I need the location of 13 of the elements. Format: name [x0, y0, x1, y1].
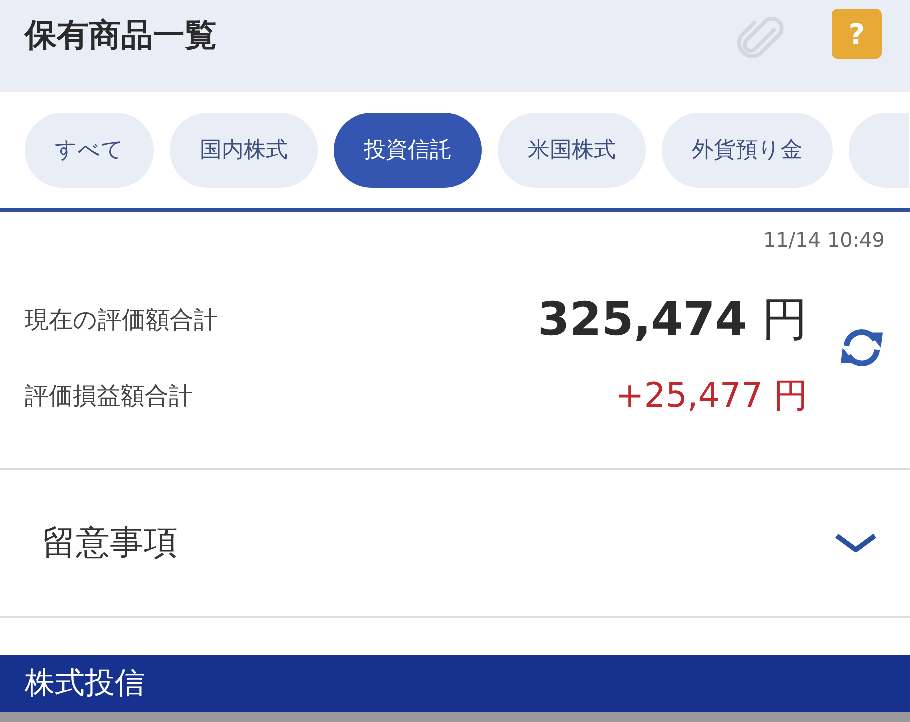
timestamp: 11/14 10:49: [763, 228, 885, 252]
summary-label: 現在の評価額合計: [25, 305, 219, 336]
section-title: 株式投信: [25, 665, 145, 703]
filter-tab[interactable]: 外貨預り金: [662, 112, 833, 188]
refresh-icon[interactable]: [839, 327, 885, 369]
summary-label: 評価損益額合計: [25, 381, 194, 412]
summary-amount: 325,474 円: [538, 291, 808, 348]
page-title: 保有商品一覧: [25, 15, 217, 56]
filter-tab[interactable]: 国内株式: [170, 112, 318, 188]
filter-tab[interactable]: すべて: [25, 112, 154, 188]
filter-tab[interactable]: 投資信託: [334, 112, 482, 188]
filter-tab[interactable]: 米国株式: [498, 112, 646, 188]
summary-amount: +25,477 円: [616, 375, 808, 418]
